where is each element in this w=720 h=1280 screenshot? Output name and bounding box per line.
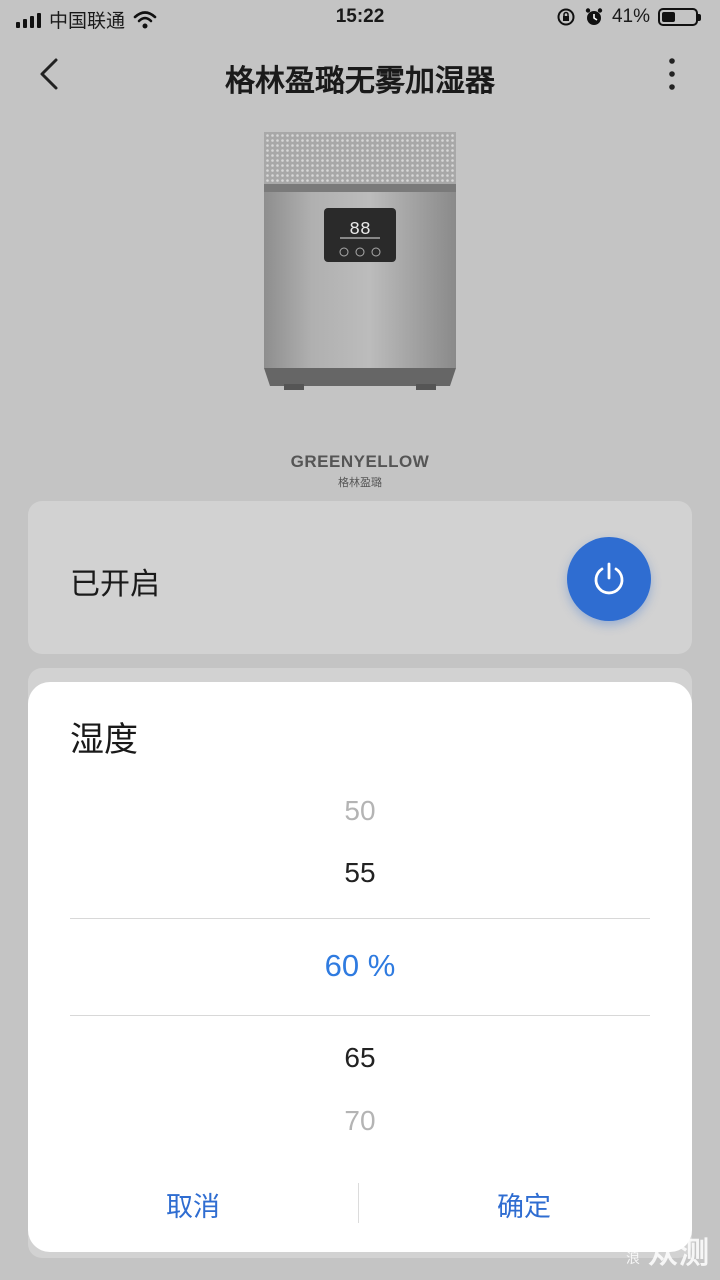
- power-status: 已开启: [70, 568, 160, 601]
- brand-name-en: GREENYELLOW: [290, 452, 430, 471]
- alarm-icon: [585, 8, 603, 25]
- brand-logo: GREENYELLOW 格林盈璐: [0, 452, 720, 490]
- confirm-button[interactable]: 确定: [359, 1185, 689, 1224]
- picker-option[interactable]: 50: [28, 795, 692, 827]
- nav-bar: 格林盈璐无雾加湿器: [0, 44, 720, 104]
- battery-percent: 41%: [611, 6, 650, 27]
- power-button[interactable]: [567, 537, 651, 621]
- picker-option[interactable]: 65: [28, 1042, 692, 1074]
- rotation-lock-icon: [557, 8, 575, 26]
- cancel-button[interactable]: 取消: [28, 1185, 358, 1224]
- picker-option-selected[interactable]: 60 %: [28, 948, 692, 984]
- more-options-icon[interactable]: [660, 56, 684, 92]
- page-title: 格林盈璐无雾加湿器: [225, 65, 495, 98]
- watermark: 新浪 众测: [626, 1228, 710, 1272]
- power-icon: [594, 562, 624, 595]
- picker-option[interactable]: 55: [28, 857, 692, 889]
- power-card: 已开启: [28, 501, 692, 654]
- picker-option[interactable]: 70: [28, 1105, 692, 1137]
- battery-icon: [658, 8, 701, 26]
- watermark-large: 众测: [648, 1237, 710, 1270]
- brand-name-cn: 格林盈璐: [338, 477, 382, 489]
- watermark-small: 新浪: [626, 1234, 640, 1266]
- humidity-dialog: 湿度 50 55 60 % 65 70 取消 确定: [28, 682, 692, 1252]
- status-bar: 中国联通 15:22 41%: [0, 0, 720, 36]
- dialog-title: 湿度: [70, 721, 138, 759]
- dialog-actions: 取消 确定: [28, 1177, 692, 1227]
- picker-divider: [70, 918, 650, 919]
- picker-divider: [70, 1015, 650, 1016]
- humidifier-image: 88: [264, 132, 456, 390]
